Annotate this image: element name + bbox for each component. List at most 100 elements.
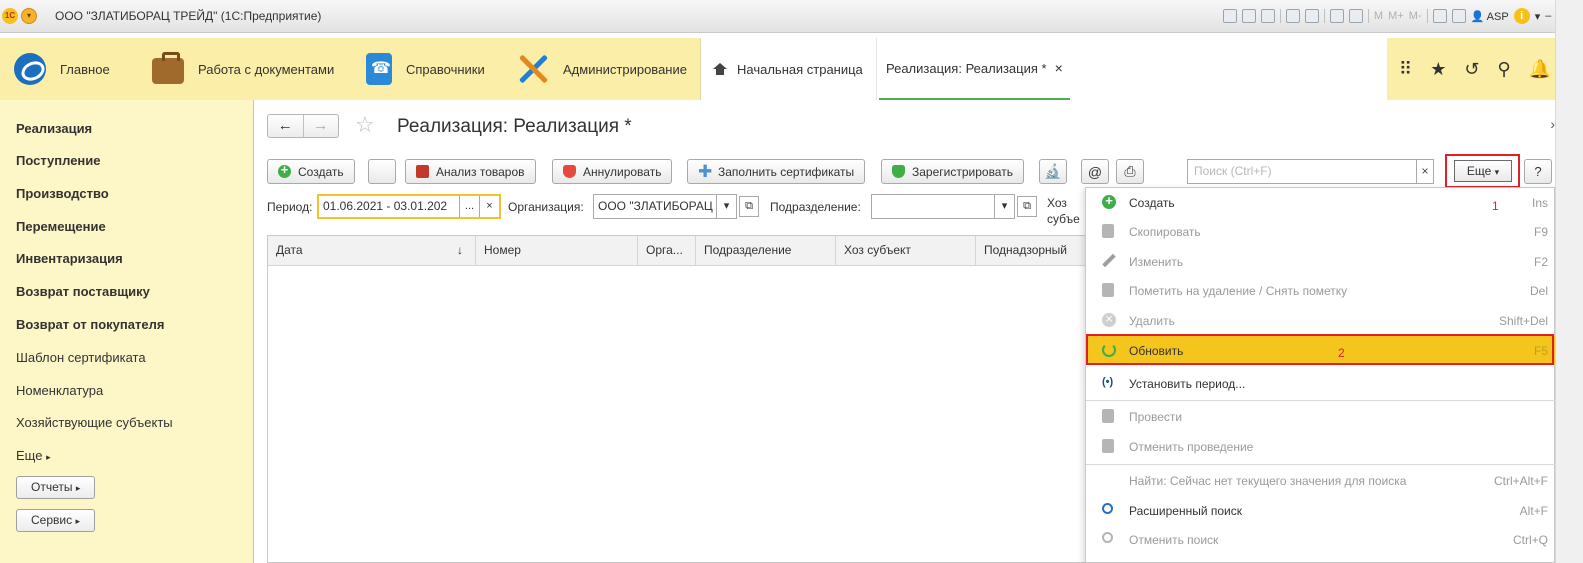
section-documents[interactable]: Работа с документами bbox=[152, 38, 334, 100]
section-main[interactable]: Главное bbox=[14, 38, 110, 100]
nav-item-cert-template[interactable]: Шаблон сертификата bbox=[16, 350, 146, 365]
calendar-icon[interactable] bbox=[1348, 9, 1363, 23]
minimize-icon[interactable]: – bbox=[1545, 10, 1551, 22]
section-references[interactable]: Справочники bbox=[366, 38, 485, 100]
nav-item-return-customer[interactable]: Возврат от покупателя bbox=[16, 317, 164, 332]
analysis-button[interactable]: Анализ товаров bbox=[405, 159, 536, 184]
menu-shortcut: Ctrl+Q bbox=[1512, 532, 1548, 547]
memory-m-button[interactable]: M bbox=[1374, 10, 1383, 22]
menu-item-set-period[interactable]: (•) Установить период... bbox=[1086, 369, 1556, 398]
chevron-down-icon[interactable]: ▾ bbox=[994, 195, 1014, 218]
help-button[interactable]: ? bbox=[1524, 159, 1552, 184]
period-value: 01.06.2021 - 03.01.202 bbox=[323, 199, 448, 213]
nav-item-production[interactable]: Производство bbox=[16, 186, 109, 201]
main-menu-button[interactable]: ▾ bbox=[21, 8, 37, 24]
table-icon[interactable] bbox=[1329, 9, 1344, 23]
tab-home[interactable]: Начальная страница bbox=[713, 38, 863, 100]
menu-item-mark-delete[interactable]: Пометить на удаление / Снять пометку Del bbox=[1086, 276, 1556, 305]
organization-field[interactable]: ООО "ЗЛАТИБОРАЦ ▾ bbox=[593, 194, 737, 219]
memory-plus-button[interactable]: M+ bbox=[1388, 10, 1404, 22]
create-label: Создать bbox=[298, 164, 344, 179]
zoom-icon[interactable] bbox=[1432, 9, 1447, 23]
preview-icon[interactable] bbox=[1260, 9, 1275, 23]
bell-icon[interactable]: 🔔 bbox=[1529, 59, 1551, 80]
column-supervised[interactable]: Поднадзорный bbox=[976, 236, 1088, 266]
menu-item-edit[interactable]: Изменить F2 bbox=[1086, 247, 1556, 276]
register-button[interactable]: Зарегистрировать bbox=[881, 159, 1024, 184]
nav-item-nomenclature[interactable]: Номенклатура bbox=[16, 383, 103, 398]
menu-item-create[interactable]: Создать Ins bbox=[1086, 188, 1556, 217]
menu-item-delete[interactable]: Удалить Shift+Del bbox=[1086, 306, 1556, 335]
toolbar-separator bbox=[1323, 9, 1325, 23]
nav-item-receipt[interactable]: Поступление bbox=[16, 153, 101, 168]
dropdown-arrow-icon[interactable]: ▾ bbox=[1535, 10, 1541, 23]
more-button[interactable]: Еще ▾ bbox=[1454, 160, 1512, 182]
menu-item-post[interactable]: Провести bbox=[1086, 402, 1556, 431]
attach-icon[interactable] bbox=[1285, 9, 1300, 23]
clear-icon[interactable]: × bbox=[479, 196, 499, 217]
nav-item-subjects[interactable]: Хозяйствующие субъекты bbox=[16, 415, 173, 430]
microscope-button[interactable]: 🔬 bbox=[1039, 159, 1067, 184]
search-input[interactable]: Поиск (Ctrl+F) bbox=[1187, 159, 1434, 184]
tools-icon bbox=[517, 53, 549, 85]
user-name[interactable]: 👤 ASP bbox=[1471, 10, 1509, 23]
search-clear-icon[interactable]: × bbox=[1416, 159, 1434, 184]
print-icon[interactable] bbox=[1241, 9, 1256, 23]
save-icon[interactable] bbox=[1222, 9, 1237, 23]
nav-item-return-supplier[interactable]: Возврат поставщику bbox=[16, 284, 150, 299]
period-select-button[interactable]: ... bbox=[459, 196, 479, 217]
email-button[interactable]: @ bbox=[1081, 159, 1109, 184]
print-button[interactable]: ⎙ bbox=[1116, 159, 1144, 184]
history-icon[interactable]: ↺ bbox=[1464, 59, 1479, 80]
copy-button[interactable] bbox=[368, 159, 396, 184]
period-field[interactable]: 01.06.2021 - 03.01.202 ... × bbox=[317, 194, 501, 219]
fill-certificates-button[interactable]: ✚ Заполнить сертификаты bbox=[687, 159, 866, 184]
open-dept-icon[interactable]: ⧉ bbox=[1017, 196, 1037, 217]
column-date[interactable]: Дата ↓ bbox=[268, 236, 476, 266]
scan-icon[interactable] bbox=[1304, 9, 1319, 23]
forward-arrow-icon[interactable]: → bbox=[302, 115, 339, 137]
service-button[interactable]: Сервис ▸ bbox=[16, 509, 95, 532]
right-edge-strip bbox=[1555, 0, 1583, 563]
nav-item-inventory[interactable]: Инвентаризация bbox=[16, 251, 123, 266]
close-icon[interactable]: × bbox=[1055, 60, 1063, 76]
menu-item-copy[interactable]: Скопировать F9 bbox=[1086, 217, 1556, 246]
annul-button[interactable]: Аннулировать bbox=[552, 159, 673, 184]
create-button[interactable]: Создать bbox=[267, 159, 355, 184]
menu-label: Отменить проведение bbox=[1129, 439, 1254, 454]
column-org[interactable]: Орга... bbox=[638, 236, 696, 266]
dept-label: Подразделение: bbox=[770, 200, 861, 214]
menu-item-cancel-search[interactable]: Отменить поиск Ctrl+Q bbox=[1086, 525, 1556, 554]
memory-minus-button[interactable]: M- bbox=[1409, 10, 1422, 22]
search-icon[interactable]: ⚲ bbox=[1497, 59, 1510, 80]
panel-icon[interactable] bbox=[1451, 9, 1466, 23]
apps-grid-icon[interactable]: ⠿ bbox=[1399, 59, 1412, 80]
nav-item-more[interactable]: Еще ▸ bbox=[16, 448, 51, 463]
documents-table[interactable]: Дата ↓ Номер Орга... Подразделение Хоз с… bbox=[267, 235, 1087, 563]
tab-realization[interactable]: Реализация: Реализация * × bbox=[879, 38, 1070, 100]
reports-button[interactable]: Отчеты ▸ bbox=[16, 476, 96, 499]
column-department[interactable]: Подразделение bbox=[696, 236, 836, 266]
open-org-icon[interactable]: ⧉ bbox=[739, 196, 759, 217]
section-admin[interactable]: Администрирование bbox=[517, 38, 687, 100]
menu-item-find[interactable]: Найти: Сейчас нет текущего значения для … bbox=[1086, 466, 1556, 495]
favorite-star-icon[interactable]: ☆ bbox=[355, 112, 375, 138]
back-arrow-icon[interactable]: ← bbox=[268, 115, 303, 137]
column-subject[interactable]: Хоз субъект bbox=[836, 236, 976, 266]
at-icon: @ bbox=[1087, 163, 1103, 180]
home-icon bbox=[713, 63, 727, 75]
organization-value: ООО "ЗЛАТИБОРАЦ bbox=[598, 199, 713, 213]
info-icon[interactable]: i bbox=[1513, 8, 1530, 24]
window-title: ООО "ЗЛАТИБОРАЦ ТРЕЙД" (1С:Предприятие) bbox=[55, 9, 322, 23]
menu-item-advanced-search[interactable]: Расширенный поиск Alt+F bbox=[1086, 496, 1556, 525]
post-icon bbox=[1102, 409, 1114, 423]
mark-delete-icon bbox=[1102, 283, 1114, 297]
favorites-star-icon[interactable]: ★ bbox=[1430, 59, 1446, 80]
fill-cert-label: Заполнить сертификаты bbox=[718, 164, 855, 179]
nav-item-realization[interactable]: Реализация bbox=[16, 121, 92, 136]
menu-item-unpost[interactable]: Отменить проведение bbox=[1086, 432, 1556, 461]
chevron-down-icon[interactable]: ▾ bbox=[716, 195, 736, 218]
column-number[interactable]: Номер bbox=[476, 236, 638, 266]
nav-item-transfer[interactable]: Перемещение bbox=[16, 219, 106, 234]
department-field[interactable]: ▾ bbox=[871, 194, 1015, 219]
